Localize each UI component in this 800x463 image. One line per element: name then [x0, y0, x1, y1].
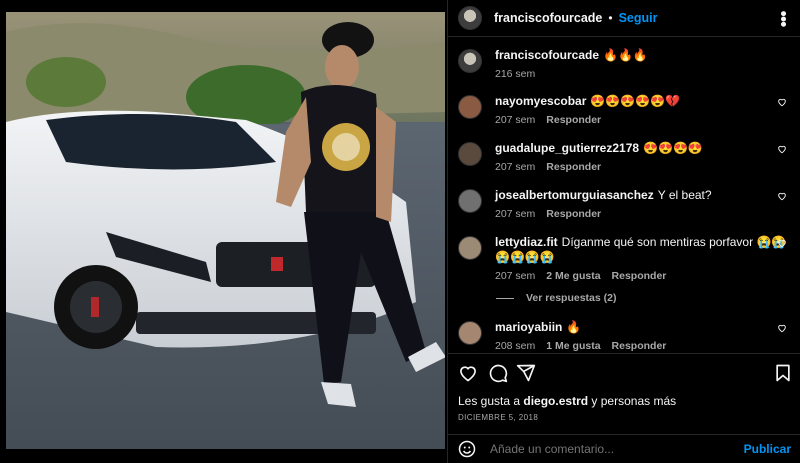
comment-avatar[interactable]	[458, 142, 482, 166]
comment-age: 207 sem	[495, 114, 536, 126]
caption: franciscofourcade 🔥🔥🔥 216 sem	[458, 48, 793, 80]
comment-avatar[interactable]	[458, 321, 482, 345]
comment-item: josealbertomurguiasanchez Y el beat? 207 …	[458, 188, 793, 220]
liked-by: Les gusta a diego.estrd y personas más	[458, 394, 676, 408]
post-header: franciscofourcade • Seguir •••	[448, 0, 800, 37]
bookmark-icon[interactable]	[773, 363, 793, 383]
add-comment-bar: Publicar	[448, 434, 800, 463]
heart-icon[interactable]	[458, 363, 478, 383]
comment-username[interactable]: marioyabiin	[495, 320, 562, 334]
reply-button[interactable]: Responder	[612, 270, 667, 282]
comment-like-heart-icon[interactable]	[777, 191, 787, 201]
reply-button[interactable]: Responder	[546, 208, 601, 220]
comment-username[interactable]: guadalupe_gutierrez2178	[495, 141, 639, 155]
liked-by-prefix: Les gusta a	[458, 394, 521, 408]
post-photo-image	[6, 12, 445, 449]
comment-avatar[interactable]	[458, 95, 482, 119]
author-username[interactable]: franciscofourcade	[494, 11, 602, 25]
comment-item: guadalupe_gutierrez2178 😍😍😍😍 207 sem Respo…	[458, 141, 793, 173]
post-photo[interactable]	[6, 12, 445, 449]
emoji-icon[interactable]	[458, 440, 476, 458]
comment-avatar[interactable]	[458, 236, 482, 260]
view-replies-label: Ver respuestas (2)	[526, 292, 617, 304]
comment-like-heart-icon[interactable]	[777, 144, 787, 154]
comment-like-heart-icon[interactable]	[777, 323, 787, 333]
author-avatar[interactable]	[458, 6, 482, 30]
comments-list[interactable]: franciscofourcade 🔥🔥🔥 216 sem nayomyescob…	[448, 38, 800, 352]
more-options-icon[interactable]: •••	[773, 10, 794, 26]
comment-username[interactable]: nayomyescobar	[495, 94, 586, 108]
post-panel: franciscofourcade • Seguir ••• francisco…	[447, 0, 800, 463]
comment-icon[interactable]	[488, 363, 508, 383]
comment-text: 😍😍😍😍	[643, 141, 703, 155]
comment-likes-count[interactable]: 1 Me gusta	[546, 340, 600, 352]
reply-button[interactable]: Responder	[546, 114, 601, 126]
comment-like-heart-icon[interactable]	[777, 238, 787, 248]
follow-button[interactable]: Seguir	[619, 11, 658, 25]
comment-like-heart-icon[interactable]	[777, 97, 787, 107]
comment-age: 207 sem	[495, 208, 536, 220]
reply-button[interactable]: Responder	[546, 161, 601, 173]
comment-item: lettydiaz.fit Díganme qué son mentiras po…	[458, 235, 793, 282]
reply-button[interactable]: Responder	[612, 340, 667, 352]
liked-by-user[interactable]: diego.estrd	[523, 394, 588, 408]
comment-avatar[interactable]	[458, 189, 482, 213]
caption-age: 216 sem	[495, 68, 536, 80]
comment-age: 207 sem	[495, 270, 536, 282]
comment-item: marioyabiin 🔥 208 sem 1 Me gusta Responder	[458, 320, 793, 352]
post-actions: Les gusta a diego.estrd y personas más D…	[448, 353, 800, 462]
post-date[interactable]: DICIEMBRE 5, 2018	[458, 413, 538, 422]
view-replies-button[interactable]: Ver respuestas (2)	[496, 292, 616, 304]
post-comment-button[interactable]: Publicar	[744, 442, 791, 456]
comment-item: nayomyescobar 😍😍😍😍😍💔 207 sem Responder	[458, 94, 793, 126]
caption-avatar[interactable]	[458, 49, 482, 73]
replies-divider	[496, 297, 514, 299]
comment-age: 208 sem	[495, 340, 536, 352]
comment-input[interactable]	[488, 441, 744, 457]
caption-username[interactable]: franciscofourcade	[495, 48, 599, 62]
action-icons	[458, 363, 793, 385]
liked-by-suffix: y personas más	[591, 394, 677, 408]
comment-age: 207 sem	[495, 161, 536, 173]
separator-dot: •	[608, 11, 613, 25]
comment-text: 🔥	[566, 320, 582, 334]
comment-username[interactable]: josealbertomurguiasanchez	[495, 188, 654, 202]
comment-username[interactable]: lettydiaz.fit	[495, 235, 558, 249]
comment-text: Y el beat?	[657, 188, 712, 202]
comment-text: 😍😍😍😍😍💔	[590, 94, 681, 108]
caption-text: 🔥🔥🔥	[603, 48, 648, 62]
share-icon[interactable]	[516, 363, 536, 383]
comment-likes-count[interactable]: 2 Me gusta	[546, 270, 600, 282]
